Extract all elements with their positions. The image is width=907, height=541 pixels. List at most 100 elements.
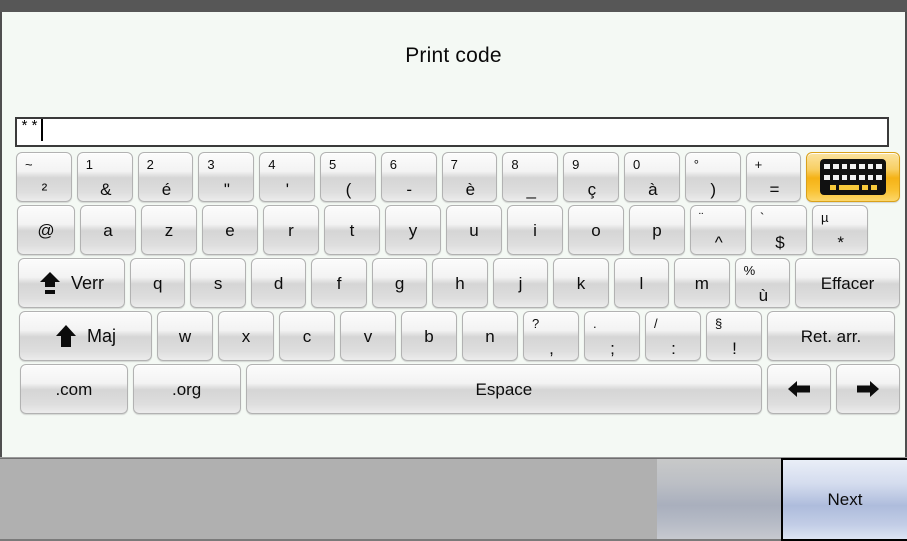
key-g[interactable]: g [371, 258, 428, 308]
key-4-apostrophe-alt-label: 4 [268, 157, 276, 172]
key-e[interactable]: e [202, 205, 258, 255]
key-y[interactable]: y [385, 205, 441, 255]
key-r-label: r [288, 220, 294, 240]
key-x[interactable]: x [218, 311, 274, 361]
key-slash-colon[interactable]: /: [645, 311, 701, 361]
key-r[interactable]: r [263, 205, 319, 255]
key-slash-colon-alt-label: / [654, 316, 658, 331]
key-l[interactable]: l [613, 258, 670, 308]
key-plus-equals[interactable]: + = [745, 152, 802, 202]
key-period-semicolon-label: ; [610, 339, 615, 358]
key-6-hyphen-label: - [406, 180, 413, 199]
key-backspace-label: Ret. arr. [800, 326, 862, 346]
page-title: Print code [405, 44, 502, 67]
key-y-label: y [408, 220, 418, 240]
key-i[interactable]: i [507, 205, 563, 255]
key-l-label: l [639, 273, 644, 293]
key-plus-equals-label: = [769, 180, 780, 199]
key-q-label: q [152, 273, 163, 293]
key-percent-ugrave-alt-label: % [743, 263, 756, 278]
key-z-label: z [164, 220, 174, 240]
key-p[interactable]: p [629, 205, 685, 255]
key-w-label: w [178, 326, 192, 346]
key-diaeresis-circumflex-alt-label: ¨ [699, 210, 704, 225]
key-percent-ugrave[interactable]: % ù [734, 258, 791, 308]
key-degree-parenright-alt-label: ° [693, 157, 699, 172]
key-m[interactable]: m [674, 258, 730, 308]
next-button[interactable]: Next [781, 458, 907, 541]
row-numbers: ~ ² 1 & 2 é 3 " 4 ' 5(6-7 è 8 _ 9 ç 0 à °) + = [2, 152, 905, 202]
key-3-quote-label: " [223, 180, 230, 199]
key-s[interactable]: s [190, 258, 246, 308]
key-j[interactable]: j [492, 258, 549, 308]
key-grave-dollar[interactable]: ` $ [751, 205, 807, 255]
key-9-ccedilla-label: ç [587, 180, 597, 199]
key-diaeresis-circumflex-label: ^ [714, 233, 723, 252]
key-1-ampersand-label: & [100, 180, 112, 199]
key-i-label: i [533, 220, 537, 240]
key-h-label: h [455, 273, 465, 293]
key-2-eacute[interactable]: 2é [137, 152, 194, 202]
code-input[interactable]: ** [15, 117, 889, 147]
key-t[interactable]: t [324, 205, 380, 255]
key-question-comma[interactable]: ?, [523, 311, 579, 361]
key-clear[interactable]: Effacer [795, 258, 901, 308]
key-x-label: x [241, 326, 251, 346]
key-b[interactable]: b [401, 311, 457, 361]
key-tilde-superscript2-alt-label: ~ [25, 157, 33, 172]
key-shift[interactable]: Maj [19, 311, 152, 361]
key-at[interactable]: @ [17, 205, 75, 255]
key-caps-lock-label: Verr [70, 273, 104, 293]
key-c[interactable]: c [279, 311, 335, 361]
key-period-semicolon[interactable]: .; [584, 311, 640, 361]
title-bar [0, 0, 907, 12]
key-0-agrave-alt-label: 0 [632, 157, 641, 172]
key-0-agrave[interactable]: 0à [623, 152, 680, 202]
key-8-underscore[interactable]: 8 _ [502, 152, 559, 202]
key-at-label: @ [37, 220, 55, 240]
footer-middle-pane [657, 458, 781, 541]
key-degree-parenright[interactable]: °) [684, 152, 741, 202]
key-c-label: c [302, 326, 312, 346]
key-q[interactable]: q [129, 258, 186, 308]
key-backspace[interactable]: Ret. arr. [767, 311, 895, 361]
key-3-quote-alt-label: 3 [207, 157, 215, 172]
key-space[interactable]: Espace [245, 364, 763, 414]
key-9-ccedilla[interactable]: 9ç [563, 152, 619, 202]
key-o[interactable]: o [568, 205, 624, 255]
key-a[interactable]: a [80, 205, 136, 255]
key-5-parenleft[interactable]: 5( [319, 152, 376, 202]
key-h[interactable]: h [432, 258, 488, 308]
print-code-screen: Print code ** ~ ² 1 & 2 é 3 " 4 ' 5(6-7 è 8 _ 9 ç 0 à °) + =… [0, 0, 907, 541]
key-u[interactable]: u [446, 205, 502, 255]
key-mu-asterisk[interactable]: µ * [812, 205, 868, 255]
key-slash-colon-label: : [671, 339, 676, 358]
footer-bar: Next [0, 457, 907, 541]
key-w[interactable]: w [157, 311, 213, 361]
key-j-label: j [518, 273, 523, 293]
key-k[interactable]: k [553, 258, 609, 308]
key-f[interactable]: f [311, 258, 367, 308]
key-n[interactable]: n [462, 311, 518, 361]
key-2-eacute-label: é [161, 180, 172, 199]
key-z[interactable]: z [141, 205, 197, 255]
row-azerty: @ a z e r t y u i o p ¨ ^ ` $ µ * [2, 205, 905, 255]
key-section-exclamation[interactable]: §! [706, 311, 762, 361]
key-3-quote[interactable]: 3 " [198, 152, 255, 202]
key-arrow-right[interactable] [836, 364, 900, 414]
key-6-hyphen[interactable]: 6- [380, 152, 437, 202]
key-dot-org[interactable]: .org [132, 364, 241, 414]
key-diaeresis-circumflex[interactable]: ¨ ^ [690, 205, 746, 255]
key-tilde-superscript2[interactable]: ~ ² [16, 152, 72, 202]
key-v[interactable]: v [340, 311, 396, 361]
key-4-apostrophe[interactable]: 4 ' [259, 152, 315, 202]
key-d[interactable]: d [250, 258, 307, 308]
key-caps-lock[interactable]: Verr [18, 258, 125, 308]
key-keyboard-switch[interactable] [806, 152, 901, 202]
key-dot-com[interactable]: .com [20, 364, 128, 414]
key-arrow-left[interactable] [767, 364, 832, 414]
key-d-label: d [273, 273, 284, 293]
key-1-ampersand[interactable]: 1 & [76, 152, 133, 202]
key-dot-com-label: .com [55, 379, 93, 399]
key-7-egrave[interactable]: 7è [441, 152, 498, 202]
